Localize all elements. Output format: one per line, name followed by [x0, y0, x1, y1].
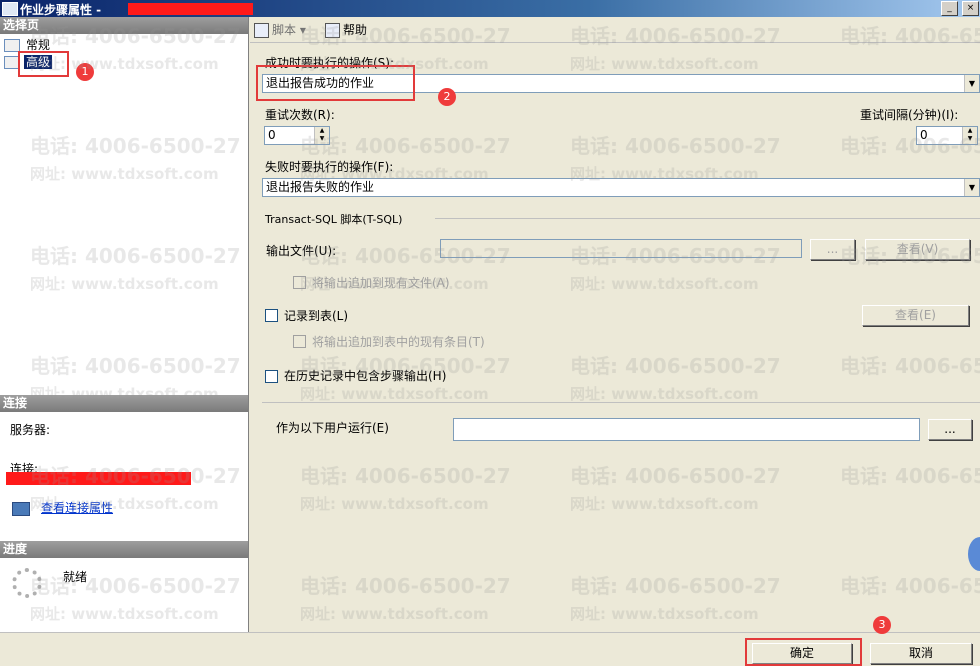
annotation-box-advanced — [18, 51, 69, 77]
annotation-marker-3: 3 — [873, 616, 891, 634]
watermark-site: 网址: www.tdxsoft.com — [300, 385, 489, 403]
window-title: 作业步骤属性 - — [20, 3, 102, 17]
toolbar: 脚本 ▾ 帮助 — [250, 17, 980, 43]
output-file-browse-button[interactable]: ... — [810, 239, 855, 260]
append-file-checkbox[interactable] — [293, 276, 306, 289]
chevron-down-icon: ▼ — [964, 75, 979, 92]
redacted-bar — [128, 3, 253, 15]
script-icon — [254, 23, 269, 38]
left-panel: 选择页 常规 高级 连接 服务器: 连接: 查看连接属性 进度 就绪 — [0, 17, 249, 632]
watermark-site: 网址: www.tdxsoft.com — [570, 275, 759, 293]
on-failure-select[interactable]: 退出报告失败的作业 ▼ — [262, 178, 980, 197]
on-failure-label: 失败时要执行的操作(F): — [265, 160, 394, 174]
floating-assistant-icon[interactable] — [968, 537, 980, 571]
annotation-box-on-success — [256, 65, 415, 101]
help-icon — [325, 23, 340, 38]
progress-spinner-icon — [12, 568, 42, 598]
spin-arrows-icon[interactable]: ▲ ▼ — [962, 127, 977, 144]
output-file-label: 输出文件(U): — [266, 244, 337, 258]
append-file-label: 将输出追加到现有文件(A) — [312, 276, 450, 290]
watermark-site: 网址: www.tdxsoft.com — [570, 55, 759, 73]
watermark-site: 网址: www.tdxsoft.com — [570, 605, 759, 623]
script-button[interactable]: 脚本 ▾ — [254, 22, 306, 38]
retry-attempts-label: 重试次数(R): — [265, 108, 335, 122]
help-button[interactable]: 帮助 — [325, 22, 367, 38]
retry-attempts-stepper[interactable]: 0 ▲ ▼ — [264, 126, 330, 145]
watermark-phone: 电话: 4006-6500-27 — [300, 134, 511, 158]
progress-header: 进度 — [0, 541, 248, 558]
watermark-site: 网址: www.tdxsoft.com — [570, 495, 759, 513]
include-history-label: 在历史记录中包含步骤输出(H) — [284, 369, 447, 383]
run-as-browse-button[interactable]: ... — [928, 419, 972, 440]
spin-arrows-icon[interactable]: ▲ ▼ — [314, 127, 329, 144]
watermark-phone: 电话: 4006-6500-27 — [570, 354, 781, 378]
watermark-phone: 电话: 4006-6500-27 — [840, 354, 980, 378]
watermark-phone: 电话: 4006-6500-27 — [570, 464, 781, 488]
include-history-checkbox[interactable] — [265, 370, 278, 383]
watermark-phone: 电话: 4006-6500-27 — [300, 574, 511, 598]
tsql-group-label: Transact-SQL 脚本(T-SQL) — [265, 213, 403, 226]
chevron-down-icon: ▼ — [964, 179, 979, 196]
log-to-table-checkbox[interactable] — [265, 309, 278, 322]
watermark-site: 网址: www.tdxsoft.com — [300, 605, 489, 623]
connection-header: 连接 — [0, 395, 248, 412]
watermark-phone: 电话: 4006-6500-27 — [570, 574, 781, 598]
view-output-button[interactable]: 查看(V) — [865, 239, 970, 260]
chevron-down-icon: ▾ — [299, 23, 306, 37]
divider — [262, 402, 980, 403]
append-table-label: 将输出追加到表中的现有条目(T) — [312, 335, 485, 349]
group-divider — [435, 218, 980, 219]
select-page-header: 选择页 — [0, 17, 248, 34]
app-icon — [2, 2, 18, 16]
retry-interval-stepper[interactable]: 0 ▲ ▼ — [916, 126, 978, 145]
annotation-marker-1: 1 — [76, 63, 94, 81]
view-table-button[interactable]: 查看(E) — [862, 305, 969, 326]
title-bar: 作业步骤属性 - _ × — [0, 0, 980, 17]
append-table-checkbox[interactable] — [293, 335, 306, 348]
watermark-site: 网址: www.tdxsoft.com — [570, 385, 759, 403]
output-file-input[interactable] — [440, 239, 802, 258]
redacted-connection — [6, 472, 191, 485]
watermark-phone: 电话: 4006-6500-27 — [840, 464, 980, 488]
log-to-table-label: 记录到表(L) — [284, 309, 349, 323]
watermark-phone: 电话: 4006-6500-27 — [570, 134, 781, 158]
server-label: 服务器: — [10, 423, 51, 437]
watermark-phone: 电话: 4006-6500-27 — [840, 574, 980, 598]
connection-properties-icon — [12, 502, 30, 516]
annotation-marker-2: 2 — [438, 88, 456, 106]
progress-status: 就绪 — [63, 570, 88, 584]
run-as-user-input[interactable] — [453, 418, 920, 441]
cancel-button[interactable]: 取消 — [870, 643, 972, 664]
run-as-label: 作为以下用户运行(E) — [276, 421, 389, 435]
retry-interval-label: 重试间隔(分钟)(I): — [860, 108, 959, 122]
close-button[interactable]: × — [962, 1, 979, 16]
watermark-site: 网址: www.tdxsoft.com — [300, 495, 489, 513]
minimize-button[interactable]: _ — [941, 1, 958, 16]
view-connection-properties-link[interactable]: 查看连接属性 — [41, 499, 113, 516]
watermark-phone: 电话: 4006-6500-27 — [300, 464, 511, 488]
